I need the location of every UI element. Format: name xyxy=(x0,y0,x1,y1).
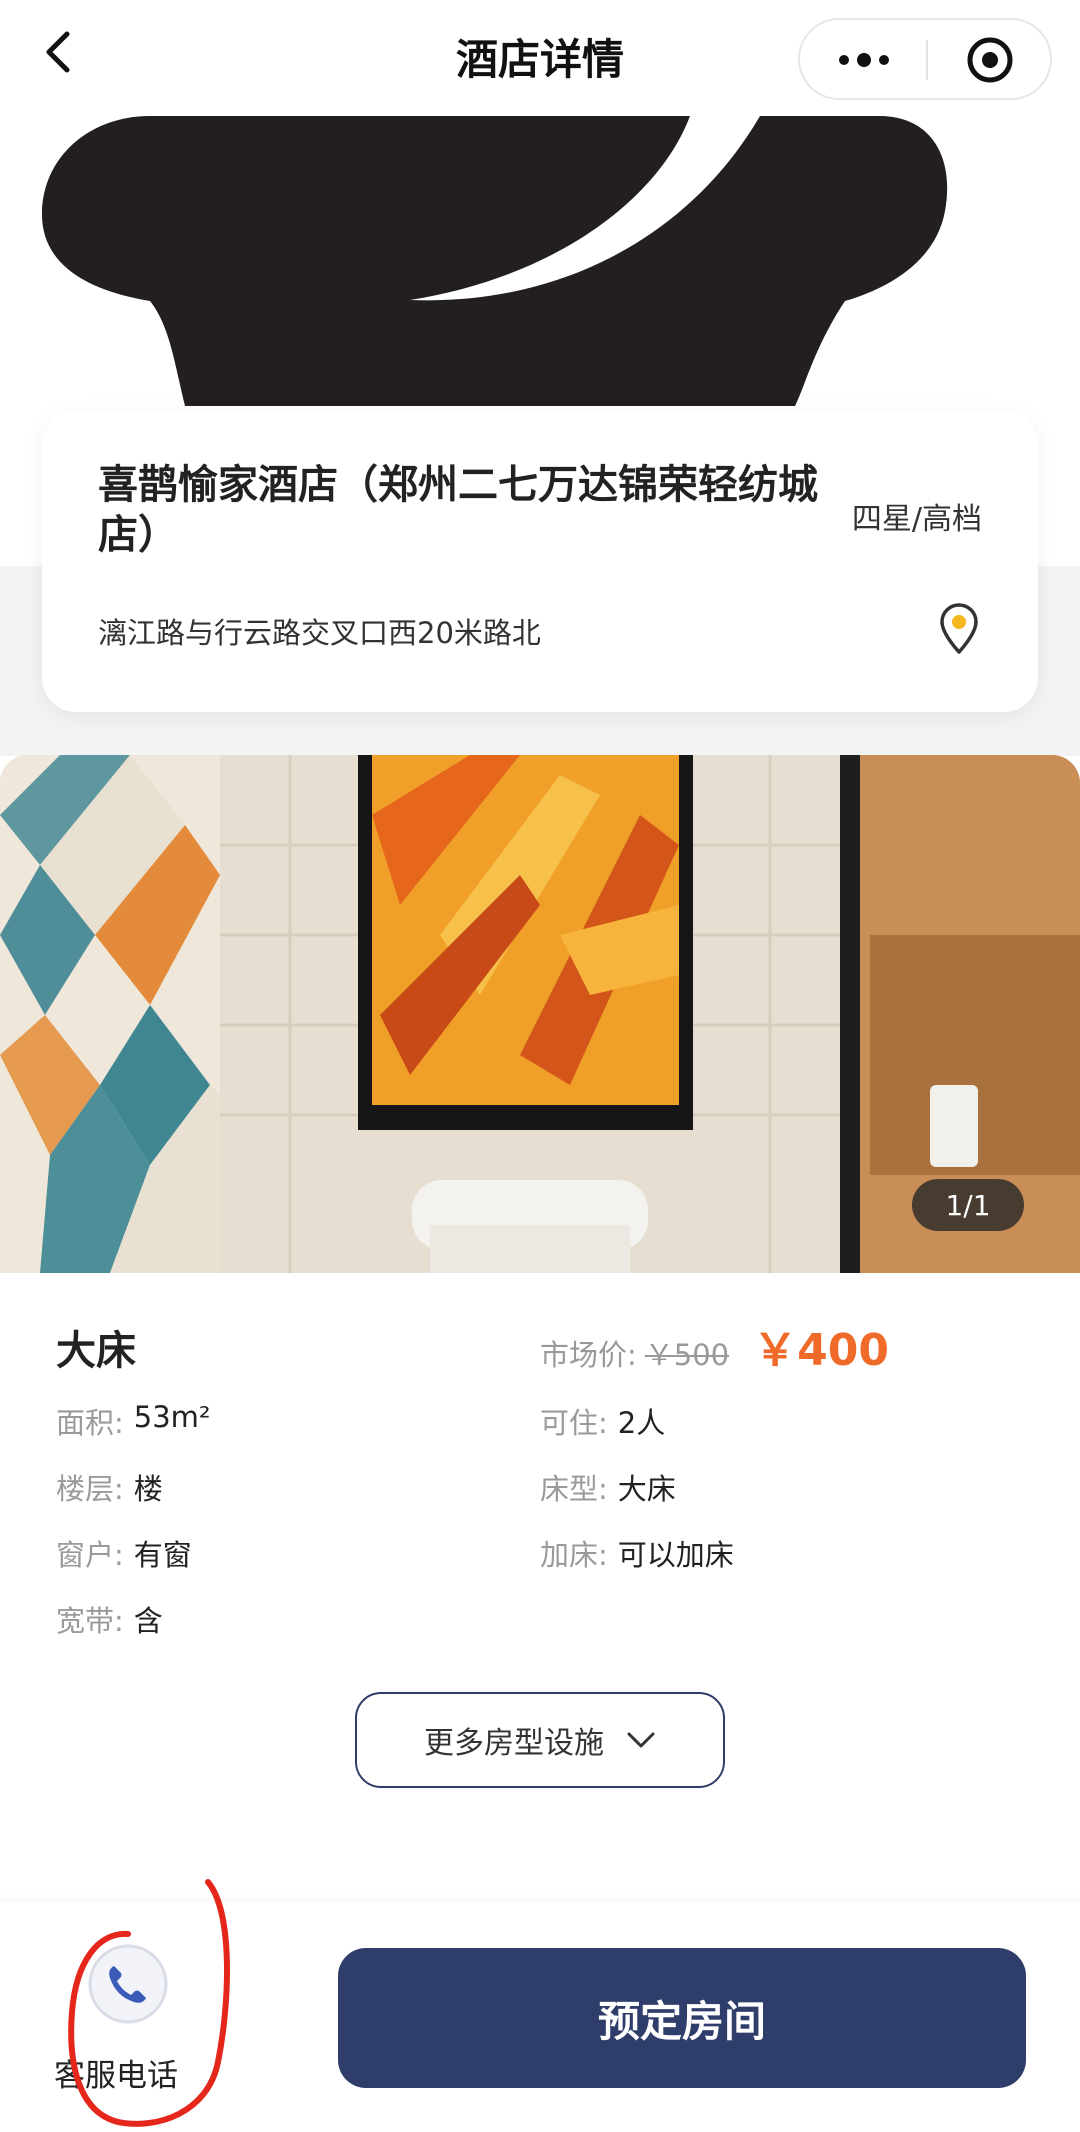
close-mini-program-button[interactable] xyxy=(946,32,1034,88)
top-nav-bar: 酒店详情 xyxy=(0,0,1080,116)
market-price-value: ￥500 xyxy=(644,1338,730,1372)
attribute-value: 楼 xyxy=(133,1472,163,1506)
phone-icon xyxy=(88,1944,168,2024)
hotel-logo-image xyxy=(41,116,948,406)
attribute-key: 窗户: xyxy=(56,1538,124,1572)
hotel-address: 漓江路与行云路交叉口西20米路北 xyxy=(98,616,541,650)
attribute-area: 面积: 53m² xyxy=(56,1400,211,1442)
attribute-key: 加床: xyxy=(540,1538,608,1572)
more-facilities-label: 更多房型设施 xyxy=(424,1726,604,1761)
attribute-value: 大床 xyxy=(617,1472,676,1506)
photo-counter-badge: 1/1 xyxy=(912,1179,1024,1231)
attribute-extra-bed: 加床: 可以加床 xyxy=(540,1532,734,1574)
hotel-grade: 四星/高档 xyxy=(851,502,982,537)
attribute-key: 可住: xyxy=(540,1406,608,1440)
attribute-value: 可以加床 xyxy=(617,1538,734,1572)
hotel-info-card: 喜鹊愉家酒店（郑州二七万达锦荣轻纺城店） 四星/高档 漓江路与行云路交叉口西20… xyxy=(42,410,1038,712)
room-photo[interactable]: 1/1 xyxy=(0,755,1080,1273)
market-price-label: 市场价: xyxy=(540,1338,637,1372)
attribute-value: 53m² xyxy=(133,1400,211,1434)
hotel-name: 喜鹊愉家酒店（郑州二七万达锦荣轻纺城店） xyxy=(98,462,818,558)
customer-service-label: 客服电话 xyxy=(54,2058,178,2094)
attribute-value: 有窗 xyxy=(133,1538,192,1572)
mini-program-capsule xyxy=(798,18,1052,100)
attribute-occupancy: 可住: 2人 xyxy=(540,1400,665,1442)
attribute-bed-type: 床型: 大床 xyxy=(540,1466,676,1508)
attribute-key: 面积: xyxy=(56,1406,124,1440)
attribute-key: 宽带: xyxy=(56,1604,124,1638)
attribute-floor: 楼层: 楼 xyxy=(56,1466,163,1508)
attribute-broadband: 宽带: 含 xyxy=(56,1598,163,1640)
map-pin-button[interactable] xyxy=(936,602,982,656)
target-icon xyxy=(967,37,1013,83)
hotel-logo-banner xyxy=(0,116,1080,406)
chevron-down-icon xyxy=(627,1732,655,1748)
book-room-button[interactable]: 预定房间 xyxy=(338,1948,1026,2088)
attribute-value: 2人 xyxy=(617,1406,666,1440)
location-pin-icon xyxy=(940,603,978,654)
attribute-window: 窗户: 有窗 xyxy=(56,1532,192,1574)
customer-service-button[interactable]: 客服电话 xyxy=(50,1938,200,2098)
more-dots-icon xyxy=(839,53,889,67)
price-row: 市场价: ￥500 ￥400 xyxy=(540,1314,889,1378)
bottom-action-bar: 客服电话 预定房间 xyxy=(0,1902,1080,2132)
capsule-divider xyxy=(926,40,928,80)
more-menu-button[interactable] xyxy=(822,36,906,84)
attribute-key: 床型: xyxy=(540,1472,608,1506)
more-room-facilities-button[interactable]: 更多房型设施 xyxy=(355,1692,725,1788)
attribute-value: 含 xyxy=(133,1604,163,1638)
room-type-name: 大床 xyxy=(56,1328,136,1374)
attribute-key: 楼层: xyxy=(56,1472,124,1506)
current-price: ￥400 xyxy=(753,1325,889,1376)
